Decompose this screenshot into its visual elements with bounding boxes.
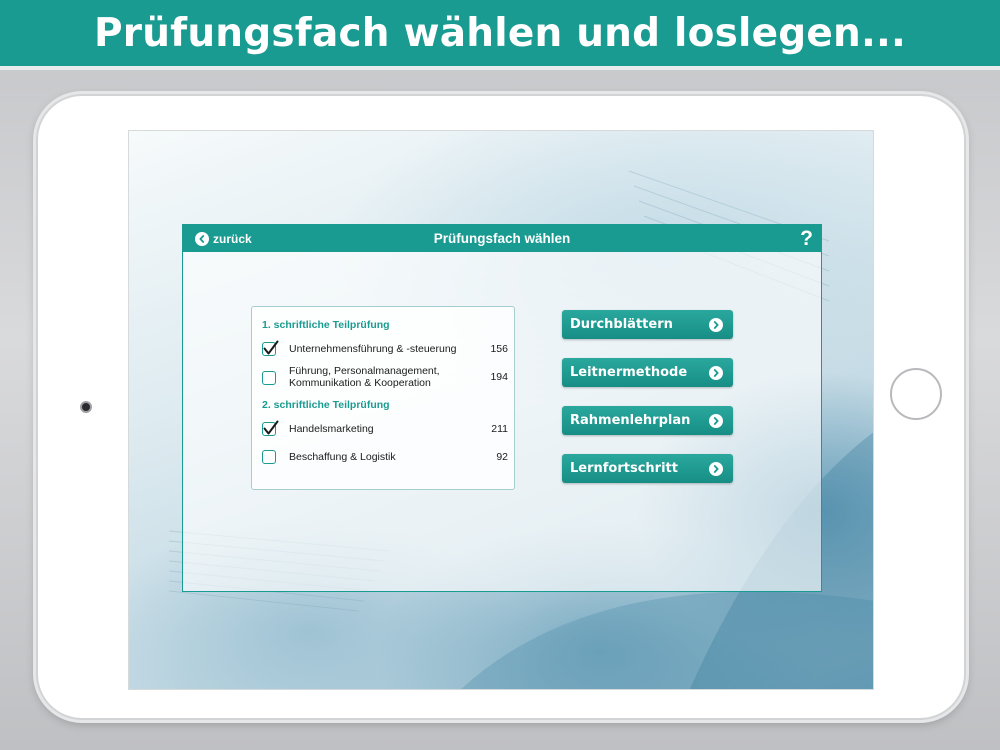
panel-header: zurück Prüfungsfach wählen ?: [183, 225, 821, 252]
subject-label-line-2: Kommunikation & Kooperation: [289, 377, 431, 389]
checkbox-unchecked[interactable]: [262, 371, 276, 385]
checkmark-icon: [263, 420, 279, 435]
action-label: Leitnermethode: [570, 365, 688, 380]
action-label: Lernfortschritt: [570, 461, 678, 476]
checkmark-icon: [263, 340, 279, 355]
subject-question-count: 194: [490, 371, 508, 383]
subject-row[interactable]: Unternehmensführung & -steuerung 156: [262, 340, 508, 356]
panel-title: Prüfungsfach wählen: [433, 231, 571, 246]
checkbox-checked[interactable]: [262, 340, 279, 356]
subject-label: Führung, Personalmanagement, Kommunikati…: [289, 365, 440, 389]
subject-label: Beschaffung & Logistik: [289, 451, 396, 463]
subject-label: Handelsmarketing: [289, 423, 374, 435]
ipad-device-frame: zurück Prüfungsfach wählen ? 1. schriftl…: [36, 94, 966, 720]
subject-question-count: 211: [491, 423, 508, 435]
action-label: Durchblättern: [570, 317, 673, 332]
browse-button[interactable]: Durchblättern: [562, 310, 733, 339]
chevron-right-icon: [709, 366, 723, 380]
chevron-right-icon: [709, 462, 723, 476]
help-button[interactable]: ?: [800, 226, 813, 251]
action-label: Rahmenlehrplan: [570, 413, 691, 428]
banner-title: Prüfungsfach wählen und loslegen...: [93, 10, 907, 56]
front-camera: [80, 401, 92, 413]
learning-progress-button[interactable]: Lernfortschritt: [562, 454, 733, 483]
subject-question-count: 156: [490, 343, 508, 355]
subject-label-line-1: Führung, Personalmanagement,: [289, 365, 440, 377]
subject-selection-panel: zurück Prüfungsfach wählen ? 1. schriftl…: [182, 224, 822, 592]
section-heading-2: 2. schriftliche Teilprüfung: [262, 399, 390, 411]
section-heading-1: 1. schriftliche Teilprüfung: [262, 319, 390, 331]
subject-row[interactable]: Handelsmarketing 211: [262, 420, 508, 436]
subject-row[interactable]: Beschaffung & Logistik 92: [262, 450, 508, 464]
subject-row[interactable]: Führung, Personalmanagement, Kommunikati…: [262, 365, 508, 391]
subject-question-count: 92: [496, 451, 508, 463]
home-button[interactable]: [890, 368, 942, 420]
checkbox-unchecked[interactable]: [262, 450, 276, 464]
subject-label: Unternehmensführung & -steuerung: [289, 343, 457, 355]
promo-banner: Prüfungsfach wählen und loslegen...: [0, 0, 1000, 70]
subject-list: 1. schriftliche Teilprüfung Unternehmens…: [251, 306, 515, 490]
checkbox-checked[interactable]: [262, 420, 279, 436]
curriculum-button[interactable]: Rahmenlehrplan: [562, 406, 733, 435]
chevron-right-icon: [709, 414, 723, 428]
app-screen: zurück Prüfungsfach wählen ? 1. schriftl…: [128, 130, 874, 690]
chevron-right-icon: [709, 318, 723, 332]
leitner-method-button[interactable]: Leitnermethode: [562, 358, 733, 387]
